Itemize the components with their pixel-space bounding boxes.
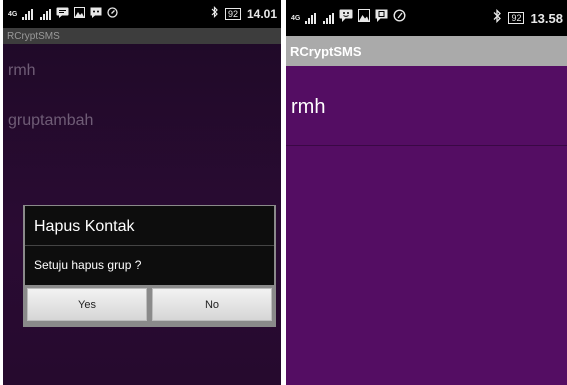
list-item-gruptambah[interactable]: gruptambah [3, 112, 281, 130]
chat-notification-icon [375, 9, 388, 27]
app-title-bar: RCryptSMS [3, 28, 281, 44]
battery-icon: 92 [508, 12, 525, 24]
signal-icon [22, 8, 34, 20]
battery-icon: 92 [224, 8, 241, 20]
smiley-notification-icon [339, 9, 353, 27]
right-phone-screen: 4G 92 13.58 RCryptSMS rmh [286, 0, 567, 385]
dialog-divider [25, 245, 274, 246]
signal-icon-secondary [323, 12, 335, 24]
dialog-content: Hapus Kontak Setuju hapus grup ? [25, 206, 274, 285]
network-type: 4G [291, 14, 301, 22]
bluetooth-icon [211, 5, 219, 23]
bluetooth-icon [493, 8, 502, 28]
signal-icon [305, 12, 317, 24]
app-title: RCryptSMS [290, 43, 362, 59]
yes-button[interactable]: Yes [27, 288, 147, 321]
app-title: RCryptSMS [7, 30, 60, 42]
network-type: 4G [8, 10, 18, 18]
compass-icon [107, 5, 118, 23]
image-notification-icon [358, 9, 371, 27]
message-notification-icon [56, 5, 69, 23]
status-time: 14.01 [246, 7, 277, 21]
signal-icon-secondary [40, 8, 52, 20]
compass-icon [393, 9, 406, 27]
list-item-rmh[interactable]: rmh [3, 62, 281, 80]
status-bar: 4G 92 14.01 [3, 0, 281, 28]
dialog-title: Hapus Kontak [34, 218, 135, 235]
list-item-rmh[interactable]: rmh [286, 66, 567, 146]
left-phone-screen: 4G 92 14.01 RCryptSMS rmh gruptambah Hap… [3, 0, 281, 385]
status-time: 13.58 [530, 10, 563, 26]
delete-contact-dialog: Hapus Kontak Setuju hapus grup ? Yes No [23, 205, 276, 327]
dialog-button-row: Yes No [25, 285, 274, 321]
app-title-bar: RCryptSMS [286, 36, 567, 66]
image-notification-icon [74, 5, 86, 23]
no-button[interactable]: No [152, 288, 272, 321]
chat-notification-icon [90, 5, 102, 23]
dialog-message: Setuju hapus grup ? [34, 258, 142, 272]
status-bar: 4G 92 13.58 [286, 0, 567, 36]
